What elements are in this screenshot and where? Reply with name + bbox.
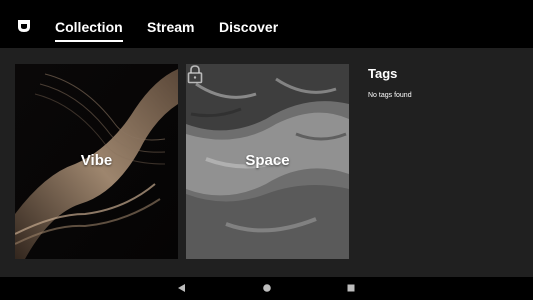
tab-collection-label: Collection: [55, 19, 123, 35]
collection-card-space[interactable]: Space: [186, 64, 349, 259]
shield-logo-icon[interactable]: [17, 19, 31, 33]
lock-icon: [187, 65, 203, 84]
tags-heading: Tags: [368, 66, 398, 81]
tab-discover-label: Discover: [219, 19, 279, 35]
main-content: Vibe Space Tags No tags found: [0, 48, 533, 277]
tab-discover[interactable]: Discover: [219, 19, 278, 35]
tab-collection[interactable]: Collection: [55, 19, 123, 42]
back-triangle-icon[interactable]: [175, 281, 189, 295]
tab-stream[interactable]: Stream: [147, 19, 194, 35]
system-nav-bar: [0, 277, 533, 300]
home-circle-icon[interactable]: [260, 281, 274, 295]
collection-card-vibe[interactable]: Vibe: [15, 64, 178, 259]
top-app-bar: Collection Stream Discover: [0, 0, 533, 48]
tags-empty-message: No tags found: [368, 92, 412, 99]
card-title-vibe: Vibe: [80, 152, 113, 169]
card-title-space: Space: [245, 152, 290, 169]
recents-square-icon[interactable]: [344, 281, 358, 295]
tab-active-indicator: [55, 40, 123, 42]
tab-stream-label: Stream: [147, 19, 195, 35]
